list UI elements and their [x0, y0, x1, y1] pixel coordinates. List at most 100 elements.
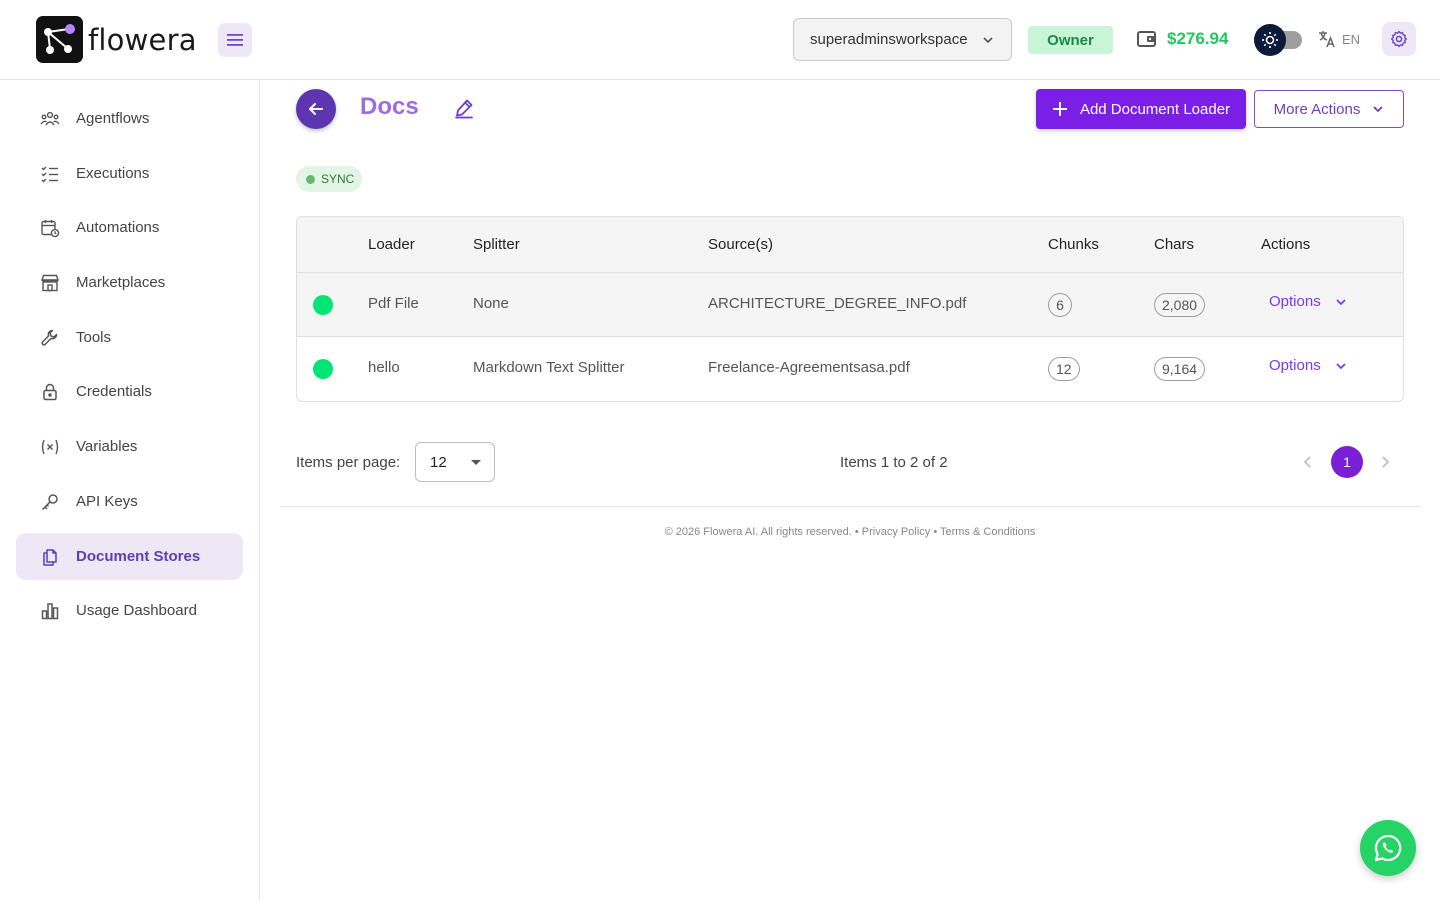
page-button-current[interactable]: 1: [1331, 446, 1363, 478]
sidebar-item-marketplaces[interactable]: Marketplaces: [16, 259, 243, 306]
top-header: flowera superadminsworkspace Owner $276.…: [0, 0, 1440, 80]
sidebar-item-usage-dashboard[interactable]: Usage Dashboard: [16, 587, 243, 634]
chevron-down-icon: [983, 37, 993, 44]
source-cell: ARCHITECTURE_DEGREE_INFO.pdf: [708, 295, 967, 312]
sidebar-item-api-keys[interactable]: API Keys: [16, 478, 243, 525]
sidebar-item-credentials[interactable]: Credentials: [16, 368, 243, 415]
column-header: Actions: [1261, 236, 1311, 253]
column-header: Chunks: [1048, 236, 1099, 253]
workspace-select[interactable]: superadminsworkspace: [793, 18, 1012, 61]
arrow-left-icon: [309, 103, 323, 115]
more-button-label: More Actions: [1273, 100, 1361, 118]
agentflows-icon: [40, 109, 60, 129]
executions-icon: [40, 164, 60, 184]
workspace-name: superadminsworkspace: [810, 31, 968, 48]
logo-mark-icon: [36, 16, 83, 63]
loaders-table: Loader Splitter Source(s) Chunks Chars A…: [296, 216, 1404, 402]
options-label: Options: [1269, 293, 1321, 310]
previous-page-button[interactable]: [1300, 454, 1316, 475]
sidebar-item-label: Variables: [76, 438, 138, 455]
role-badge: Owner: [1028, 26, 1113, 54]
menu-toggle-button[interactable]: [218, 23, 252, 57]
chevron-right-icon: [1382, 456, 1390, 468]
footer: © 2026 Flowera AI. All rights reserved. …: [664, 526, 1036, 538]
options-button[interactable]: Options: [1269, 293, 1347, 310]
sidebar-item-agentflows[interactable]: Agentflows: [16, 95, 243, 142]
options-button[interactable]: Options: [1269, 357, 1347, 374]
sidebar-item-label: Automations: [76, 219, 160, 236]
chars-chip: 9,164: [1154, 357, 1206, 381]
chevron-down-icon: [1335, 360, 1347, 372]
chevron-left-icon: [1303, 456, 1311, 468]
back-button[interactable]: [296, 89, 336, 129]
options-label: Options: [1269, 357, 1321, 374]
status-badge: SYNC: [296, 166, 362, 192]
items-per-page-select[interactable]: 12: [415, 442, 495, 482]
next-page-button[interactable]: [1377, 454, 1393, 475]
page-title: Docs: [360, 93, 419, 120]
loader-cell: Pdf File: [368, 295, 419, 312]
items-per-page-value: 12: [430, 453, 447, 471]
variable-icon: [40, 437, 60, 457]
splitter-cell: Markdown Text Splitter: [473, 359, 625, 376]
sidebar-item-tools[interactable]: Tools: [16, 314, 243, 361]
language-code: EN: [1342, 31, 1361, 47]
settings-button[interactable]: [1382, 22, 1416, 56]
column-header: Source(s): [708, 236, 774, 253]
add-document-loader-button[interactable]: Add Document Loader: [1036, 89, 1246, 129]
wrench-icon: [40, 328, 60, 348]
sidebar-item-automations[interactable]: Automations: [16, 204, 243, 251]
sidebar: Agentflows Executions Automations Market…: [0, 80, 260, 900]
chevron-down-icon: [1372, 103, 1384, 115]
caret-down-icon: [471, 460, 481, 465]
sidebar-item-label: Agentflows: [76, 110, 150, 127]
items-per-page-label: Items per page:: [296, 454, 401, 471]
sun-icon: [1262, 32, 1278, 48]
wallet-icon: [1137, 31, 1156, 47]
plus-icon: [1052, 101, 1068, 117]
translate-icon: [1319, 31, 1335, 48]
splitter-cell: None: [473, 295, 509, 312]
status-indicator: [313, 359, 333, 379]
chunks-chip: 6: [1048, 293, 1072, 317]
whatsapp-icon: [1374, 834, 1402, 862]
whatsapp-chat-button[interactable]: [1360, 820, 1416, 876]
loader-cell: hello: [368, 359, 400, 376]
language-selector[interactable]: EN: [1318, 30, 1360, 48]
sidebar-item-variables[interactable]: Variables: [16, 423, 243, 470]
sidebar-item-label: Marketplaces: [76, 274, 166, 291]
column-header: Chars: [1154, 236, 1195, 253]
table-row[interactable]: hello Markdown Text Splitter Freelance-A…: [297, 337, 1403, 401]
sidebar-item-label: Usage Dashboard: [76, 602, 197, 619]
theme-toggle[interactable]: [1254, 23, 1302, 57]
hamburger-icon: [227, 34, 243, 46]
gear-icon: [1390, 30, 1408, 48]
sidebar-item-label: Tools: [76, 329, 112, 346]
table-header: Loader Splitter Source(s) Chunks Chars A…: [297, 217, 1403, 273]
app-name: flowera: [88, 22, 197, 57]
status-dot: [306, 174, 315, 184]
logo[interactable]: flowera: [36, 16, 197, 63]
balance-amount: $276.94: [1167, 29, 1229, 48]
add-button-label: Add Document Loader: [1079, 100, 1231, 118]
chevron-down-icon: [1335, 296, 1347, 308]
table-row[interactable]: Pdf File None ARCHITECTURE_DEGREE_INFO.p…: [297, 273, 1403, 337]
sidebar-item-executions[interactable]: Executions: [16, 150, 243, 197]
edit-title-button[interactable]: [453, 97, 475, 124]
source-cell: Freelance-Agreementsasa.pdf: [708, 359, 910, 376]
wallet-balance[interactable]: $276.94: [1137, 29, 1228, 49]
more-actions-button[interactable]: More Actions: [1254, 90, 1404, 128]
chars-chip: 2,080: [1154, 293, 1206, 317]
key-icon: [40, 492, 60, 512]
chunks-chip: 12: [1048, 357, 1080, 381]
column-header: Splitter: [473, 236, 520, 253]
sidebar-item-label: Document Stores: [76, 548, 201, 565]
sidebar-item-label: Executions: [76, 165, 150, 182]
sidebar-item-document-stores[interactable]: Document Stores: [16, 533, 243, 580]
sidebar-item-label: API Keys: [76, 493, 138, 510]
files-icon: [40, 547, 60, 567]
store-icon: [40, 273, 60, 293]
column-header: Loader: [368, 236, 415, 253]
calendar-clock-icon: [40, 218, 60, 238]
status-label: SYNC: [321, 172, 355, 186]
